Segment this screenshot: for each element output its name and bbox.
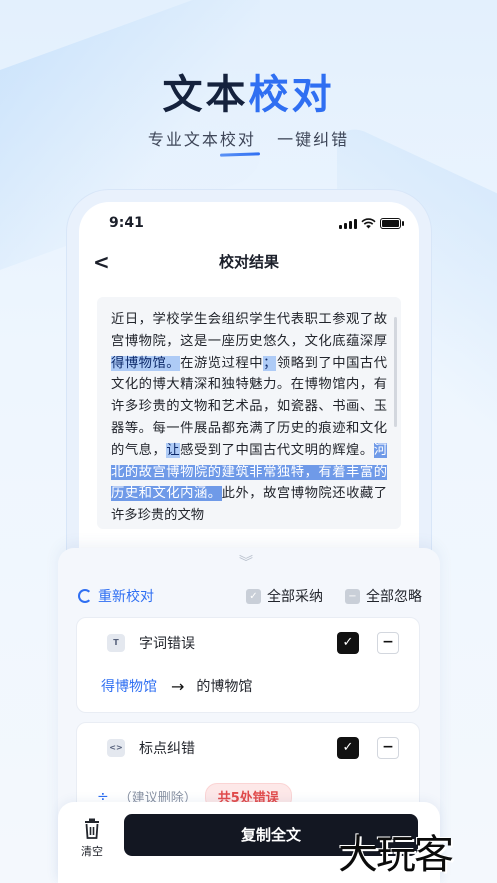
hero-subtitle: 专业文本校对 一键纠错 <box>147 130 350 149</box>
card-label: 标点纠错 <box>139 741 195 757</box>
watermark-logo: 大玩客 <box>338 832 454 878</box>
card-label: 字词错误 <box>139 636 195 652</box>
accept-check-button[interactable]: ✓ <box>337 632 359 654</box>
accept-check-button[interactable]: ✓ <box>337 737 359 759</box>
status-time: 9:41 <box>109 215 144 231</box>
page-title: 校对结果 <box>218 252 279 271</box>
proofread-text: 近日，学校学生会组织学生代表职工参观了故宫博物院，这是一座历史悠久，文化底蕴深厚… <box>111 312 388 524</box>
error-card-punctuation[interactable]: <> 标点纠错 ✓ − ÷ （建议删除） 共5处错误 <box>76 722 420 812</box>
back-chevron-icon[interactable]: < <box>93 250 110 274</box>
proofread-text-area[interactable]: 近日，学校学生会组织学生代表职工参观了故宫博物院，这是一座历史悠久，文化底蕴深厚… <box>97 297 401 529</box>
error-highlight[interactable]: 得博物馆。 <box>111 355 181 371</box>
minus-icon: − <box>345 588 360 604</box>
corrected-text: 的博物馆 <box>196 679 253 695</box>
code-icon: <> <box>107 739 125 757</box>
status-icons <box>339 217 404 229</box>
actions-bar: 重新校对 ✓ 全部采纳 − 全部忽略 <box>78 586 422 606</box>
arrow-right-icon: → <box>171 676 185 696</box>
ignore-all-button[interactable]: − 全部忽略 <box>345 586 422 606</box>
recheck-button[interactable]: 重新校对 <box>78 586 154 606</box>
chevron-down-icon[interactable]: ︾ <box>239 552 253 572</box>
refresh-icon <box>78 589 92 603</box>
scrollbar[interactable] <box>394 317 397 427</box>
error-highlight[interactable]: 让 <box>166 442 181 458</box>
wifi-icon <box>361 217 376 228</box>
check-icon: ✓ <box>246 588 261 604</box>
accept-all-button[interactable]: ✓ 全部采纳 <box>246 586 323 606</box>
correction: 得博物馆 → 的博物馆 <box>101 676 252 696</box>
ignore-button[interactable]: − <box>377 737 399 759</box>
error-highlight[interactable]: ； <box>263 355 277 371</box>
nav-bar: < 校对结果 <box>79 246 419 276</box>
clear-button[interactable]: 清空 <box>78 818 106 859</box>
signal-icon <box>339 218 357 229</box>
hero-title: 文本校对 <box>162 72 335 118</box>
wrong-text: 得博物馆 <box>101 679 157 695</box>
ignore-button[interactable]: − <box>377 632 399 654</box>
text-icon: T <box>107 634 125 652</box>
error-card-word[interactable]: T 字词错误 ✓ − 得博物馆 → 的博物馆 <box>76 617 420 713</box>
status-bar: 9:41 <box>79 208 419 238</box>
trash-icon <box>85 818 99 839</box>
battery-icon <box>380 217 404 229</box>
